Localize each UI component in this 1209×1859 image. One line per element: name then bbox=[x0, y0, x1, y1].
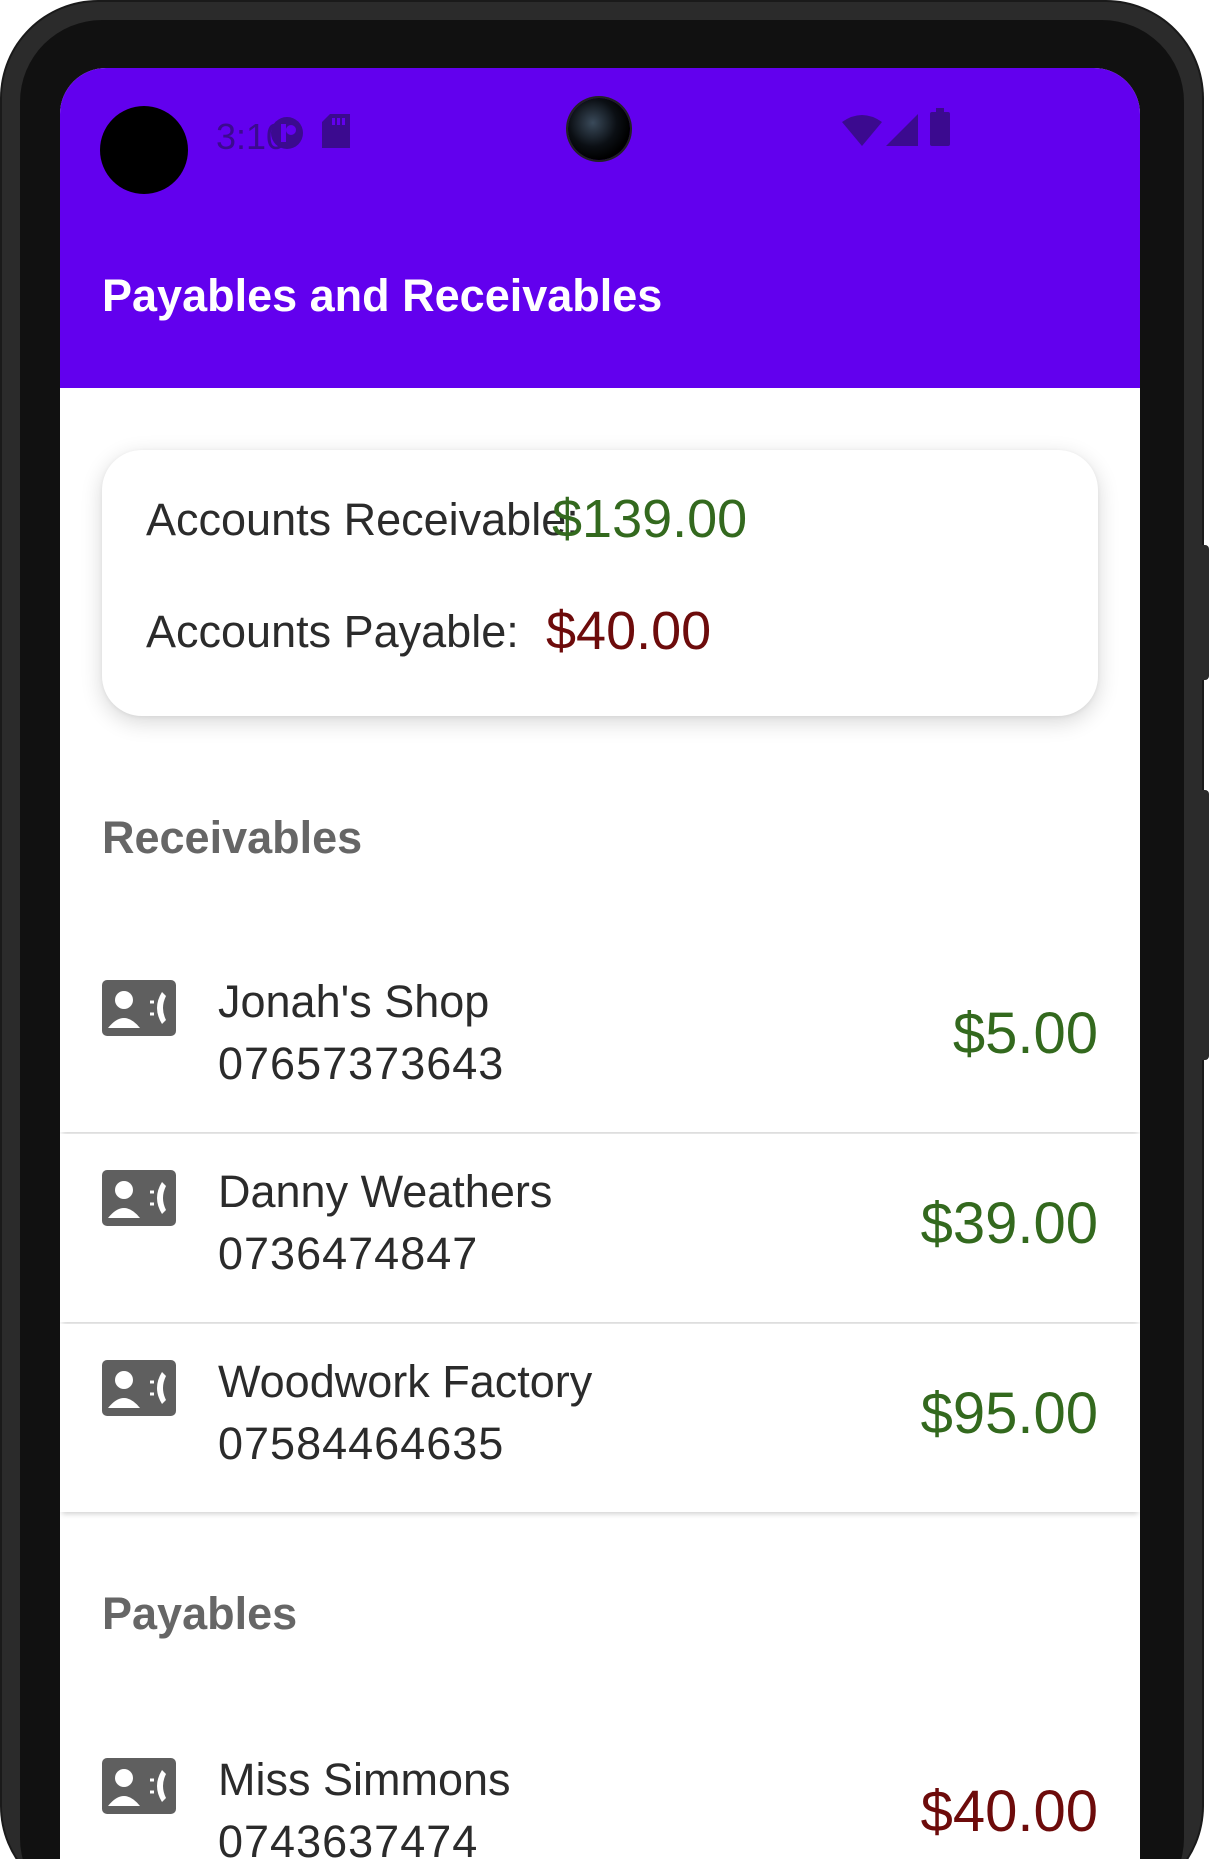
contact-name: Miss Simmons bbox=[218, 1754, 511, 1805]
receivable-label: Accounts Receivable: bbox=[146, 494, 579, 545]
wifi-icon bbox=[842, 114, 882, 151]
contact-amount: $40.00 bbox=[920, 1779, 1098, 1844]
contact-phone: 07657373643 bbox=[218, 1038, 505, 1089]
payable-total: $40.00 bbox=[546, 601, 712, 661]
summary-card: Accounts Receivable: $139.00 Accounts Pa… bbox=[102, 450, 1098, 716]
contact-amount: $39.00 bbox=[920, 1191, 1098, 1256]
sd-card-icon bbox=[322, 114, 350, 153]
device-frame: 3:10 Payables and Receivables Accounts R… bbox=[0, 0, 1209, 1859]
front-camera bbox=[568, 98, 630, 160]
contact-amount: $5.00 bbox=[952, 1001, 1098, 1066]
contact-name: Danny Weathers bbox=[218, 1166, 553, 1217]
receivable-item-0[interactable]: Jonah's Shop 07657373643 $5.00 bbox=[60, 944, 1140, 1132]
contact-amount: $95.00 bbox=[920, 1381, 1098, 1446]
payable-label: Accounts Payable: bbox=[146, 606, 519, 657]
receivable-total: $139.00 bbox=[552, 489, 748, 549]
contact-name: Woodwork Factory bbox=[218, 1356, 593, 1407]
payables-header: Payables bbox=[102, 1588, 298, 1639]
contact-phone: 07584464635 bbox=[218, 1418, 505, 1469]
contact-phone-icon bbox=[102, 1360, 176, 1416]
contact-phone-icon bbox=[102, 1170, 176, 1226]
receivable-item-2[interactable]: Woodwork Factory 07584464635 $95.00 bbox=[60, 1324, 1140, 1512]
receivables-header: Receivables bbox=[102, 812, 363, 863]
contact-phone: 0743637474 bbox=[218, 1816, 479, 1859]
volume-button bbox=[1199, 545, 1209, 680]
app-bar: 3:10 Payables and Receivables bbox=[60, 68, 1140, 388]
contact-phone-icon bbox=[102, 980, 176, 1036]
screen: 3:10 Payables and Receivables Accounts R… bbox=[60, 68, 1140, 1859]
payable-item-0[interactable]: Miss Simmons 0743637474 $40.00 bbox=[60, 1722, 1140, 1859]
contact-name: Jonah's Shop bbox=[218, 976, 490, 1027]
notification-icon bbox=[268, 114, 306, 157]
contact-phone: 0736474847 bbox=[218, 1228, 479, 1279]
app-title: Payables and Receivables bbox=[102, 270, 663, 321]
camera-cutout bbox=[100, 106, 188, 194]
power-button bbox=[1199, 790, 1209, 1060]
cell-signal-icon bbox=[886, 114, 918, 151]
battery-icon bbox=[930, 108, 950, 151]
receivable-item-1[interactable]: Danny Weathers 0736474847 $39.00 bbox=[60, 1134, 1140, 1322]
contact-phone-icon bbox=[102, 1758, 176, 1814]
